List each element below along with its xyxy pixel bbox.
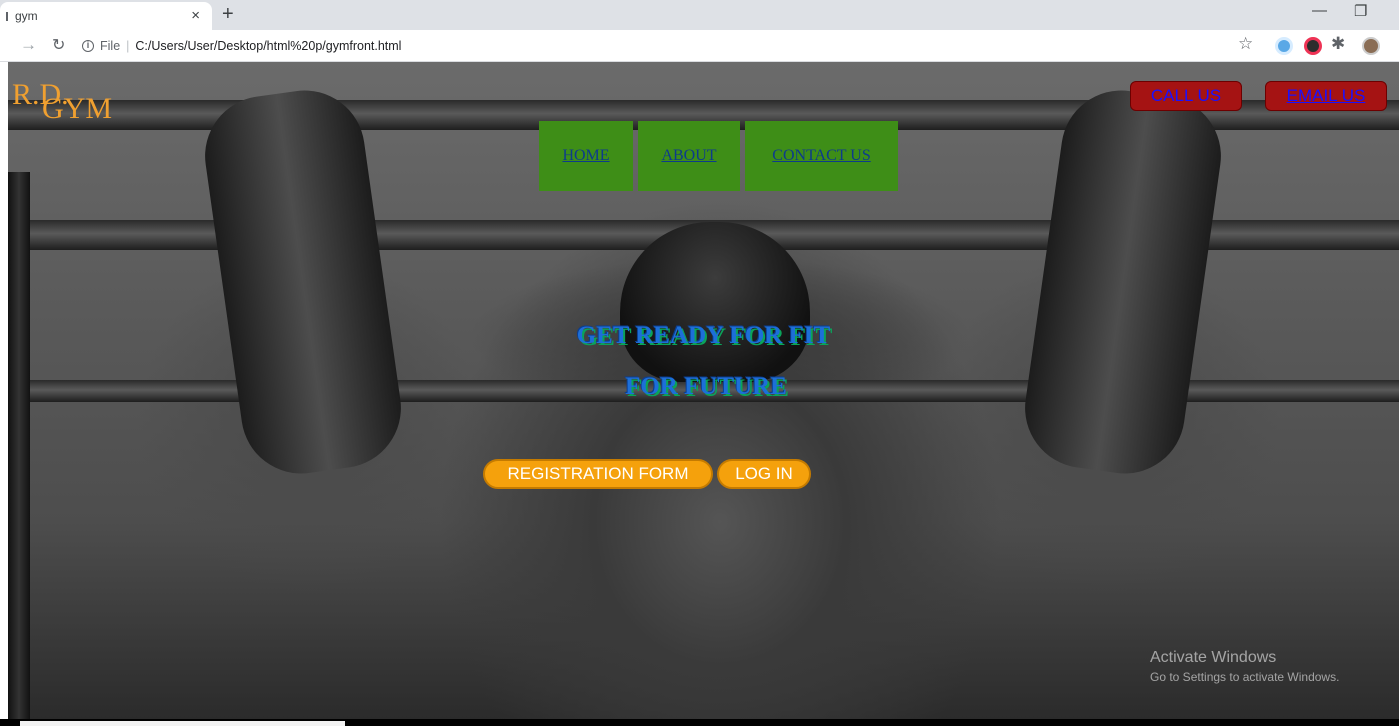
hero-headline-line2: FOR FUTURE: [625, 373, 787, 400]
right-arm: [1017, 82, 1229, 482]
reload-icon[interactable]: ↻: [52, 35, 65, 55]
nav-item-contact-us[interactable]: CONTACT US: [745, 121, 898, 191]
url-separator: |: [126, 39, 130, 53]
info-icon[interactable]: i: [82, 40, 94, 52]
nav-item-home[interactable]: HOME: [539, 121, 633, 191]
url-scheme: File: [100, 39, 121, 53]
restore-icon[interactable]: ❐: [1354, 2, 1367, 20]
logo-line2: GYM: [42, 92, 113, 125]
athlete-head: [620, 222, 810, 382]
tab-close-icon[interactable]: ×: [191, 7, 200, 24]
extensions-puzzle-icon[interactable]: ✱: [1331, 34, 1345, 54]
call-us-button[interactable]: CALL US: [1130, 81, 1242, 111]
extension-icon[interactable]: [1275, 37, 1293, 55]
activate-windows-subtitle: Go to Settings to activate Windows.: [1150, 670, 1340, 684]
profile-k-icon[interactable]: [1304, 37, 1322, 55]
bookmark-star-icon[interactable]: ☆: [1238, 34, 1253, 54]
main-nav: HOME ABOUT CONTACT US: [539, 121, 898, 191]
email-us-button[interactable]: EMAIL US: [1265, 81, 1387, 111]
tab-title: gym: [15, 9, 38, 23]
login-button[interactable]: LOG IN: [717, 459, 811, 489]
browser-toolbar: → ↻ i File | C:/Users/User/Desktop/html%…: [0, 30, 1399, 62]
left-arm: [197, 82, 409, 482]
url-text: C:/Users/User/Desktop/html%20p/gymfront.…: [135, 39, 402, 53]
taskbar-search[interactable]: [20, 721, 345, 726]
browser-tab[interactable]: gym ×: [0, 2, 212, 30]
background-post: [8, 172, 30, 719]
gym-page: R.D. GYM CALL US EMAIL US HOME ABOUT CON…: [8, 62, 1399, 719]
address-bar[interactable]: i File | C:/Users/User/Desktop/html%20p/…: [82, 35, 1232, 57]
activate-windows-title: Activate Windows: [1150, 649, 1277, 666]
avatar[interactable]: [1362, 37, 1380, 55]
browser-tab-strip: gym × + — ❐: [0, 0, 1399, 30]
hero-headline-line1: GET READY FOR FIT: [576, 322, 831, 349]
tab-favicon-icon: [6, 11, 8, 21]
minimize-icon[interactable]: —: [1312, 2, 1327, 19]
registration-form-button[interactable]: REGISTRATION FORM: [483, 459, 713, 489]
new-tab-icon[interactable]: +: [222, 3, 234, 26]
forward-icon[interactable]: →: [20, 35, 37, 55]
windows-taskbar: [0, 719, 1399, 726]
nav-item-about[interactable]: ABOUT: [638, 121, 740, 191]
